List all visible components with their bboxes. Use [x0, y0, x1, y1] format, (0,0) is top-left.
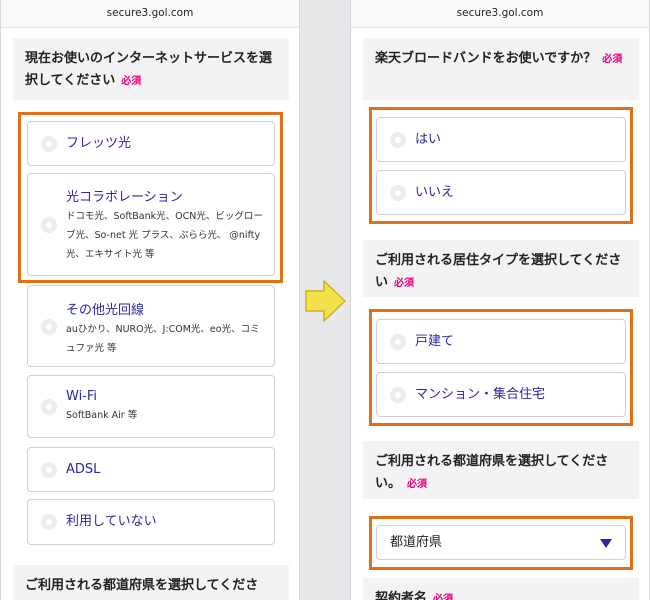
question-contract-name-partial: 契約者名 必須	[363, 578, 639, 600]
option-adsl[interactable]: ADSL	[27, 447, 275, 492]
question-rakuten: 楽天ブロードバンドをお使いですか？ 必須	[363, 38, 639, 100]
required-badge: 必須	[121, 76, 142, 87]
required-badge: 必須	[602, 54, 623, 65]
option-title: 利用していない	[66, 514, 157, 529]
right-screen: secure3.gol.com 楽天ブロードバンドをお使いですか？ 必須 はい い…	[350, 0, 650, 600]
option-title: ADSL	[66, 462, 101, 477]
highlight-frame	[18, 112, 283, 283]
radio-icon[interactable]	[41, 462, 57, 478]
question-prefecture: ご利用される都道府県を選択してください。 必須	[363, 441, 639, 499]
highlight-frame	[369, 107, 633, 224]
required-badge: 必須	[433, 594, 454, 600]
radio-icon[interactable]	[41, 514, 57, 530]
question-prefecture-partial: ご利用される都道府県を選択してくださ	[13, 565, 289, 600]
question-rakuten-text: 楽天ブロードバンドをお使いですか？	[375, 51, 597, 66]
option-description: auひかり、NURO光、J:COM光、eo光、コミュファ光 等	[66, 324, 260, 354]
option-title: その他光回線	[66, 303, 145, 318]
option-not-using[interactable]: 利用していない	[27, 499, 275, 545]
required-badge: 必須	[407, 479, 428, 490]
highlight-frame	[369, 309, 633, 426]
address-bar[interactable]: secure3.gol.com	[351, 0, 649, 28]
question-contract-text: 契約者名	[375, 591, 428, 600]
required-badge: 必須	[394, 278, 415, 289]
question-prefecture-text: ご利用される都道府県を選択してくださ	[25, 578, 259, 593]
option-other-hikari[interactable]: その他光回線 auひかり、NURO光、J:COM光、eo光、コミュファ光 等	[27, 285, 275, 367]
question-residence: ご利用される居住タイプを選択してください 必須	[363, 240, 639, 297]
address-bar[interactable]: secure3.gol.com	[1, 0, 299, 28]
right-arrow-icon	[305, 280, 346, 322]
option-wifi[interactable]: Wi-Fi SoftBank Air 等	[27, 375, 275, 438]
highlight-frame	[369, 516, 633, 570]
question-service-text: 現在お使いのインターネットサービスを選択してください	[25, 51, 273, 88]
radio-icon[interactable]	[41, 319, 57, 335]
left-screen: secure3.gol.com 現在お使いのインターネットサービスを選択してくだ…	[0, 0, 300, 600]
radio-icon[interactable]	[41, 399, 57, 415]
question-service: 現在お使いのインターネットサービスを選択してください 必須	[13, 38, 289, 100]
option-description: SoftBank Air 等	[66, 410, 138, 421]
option-title: Wi-Fi	[66, 389, 98, 404]
